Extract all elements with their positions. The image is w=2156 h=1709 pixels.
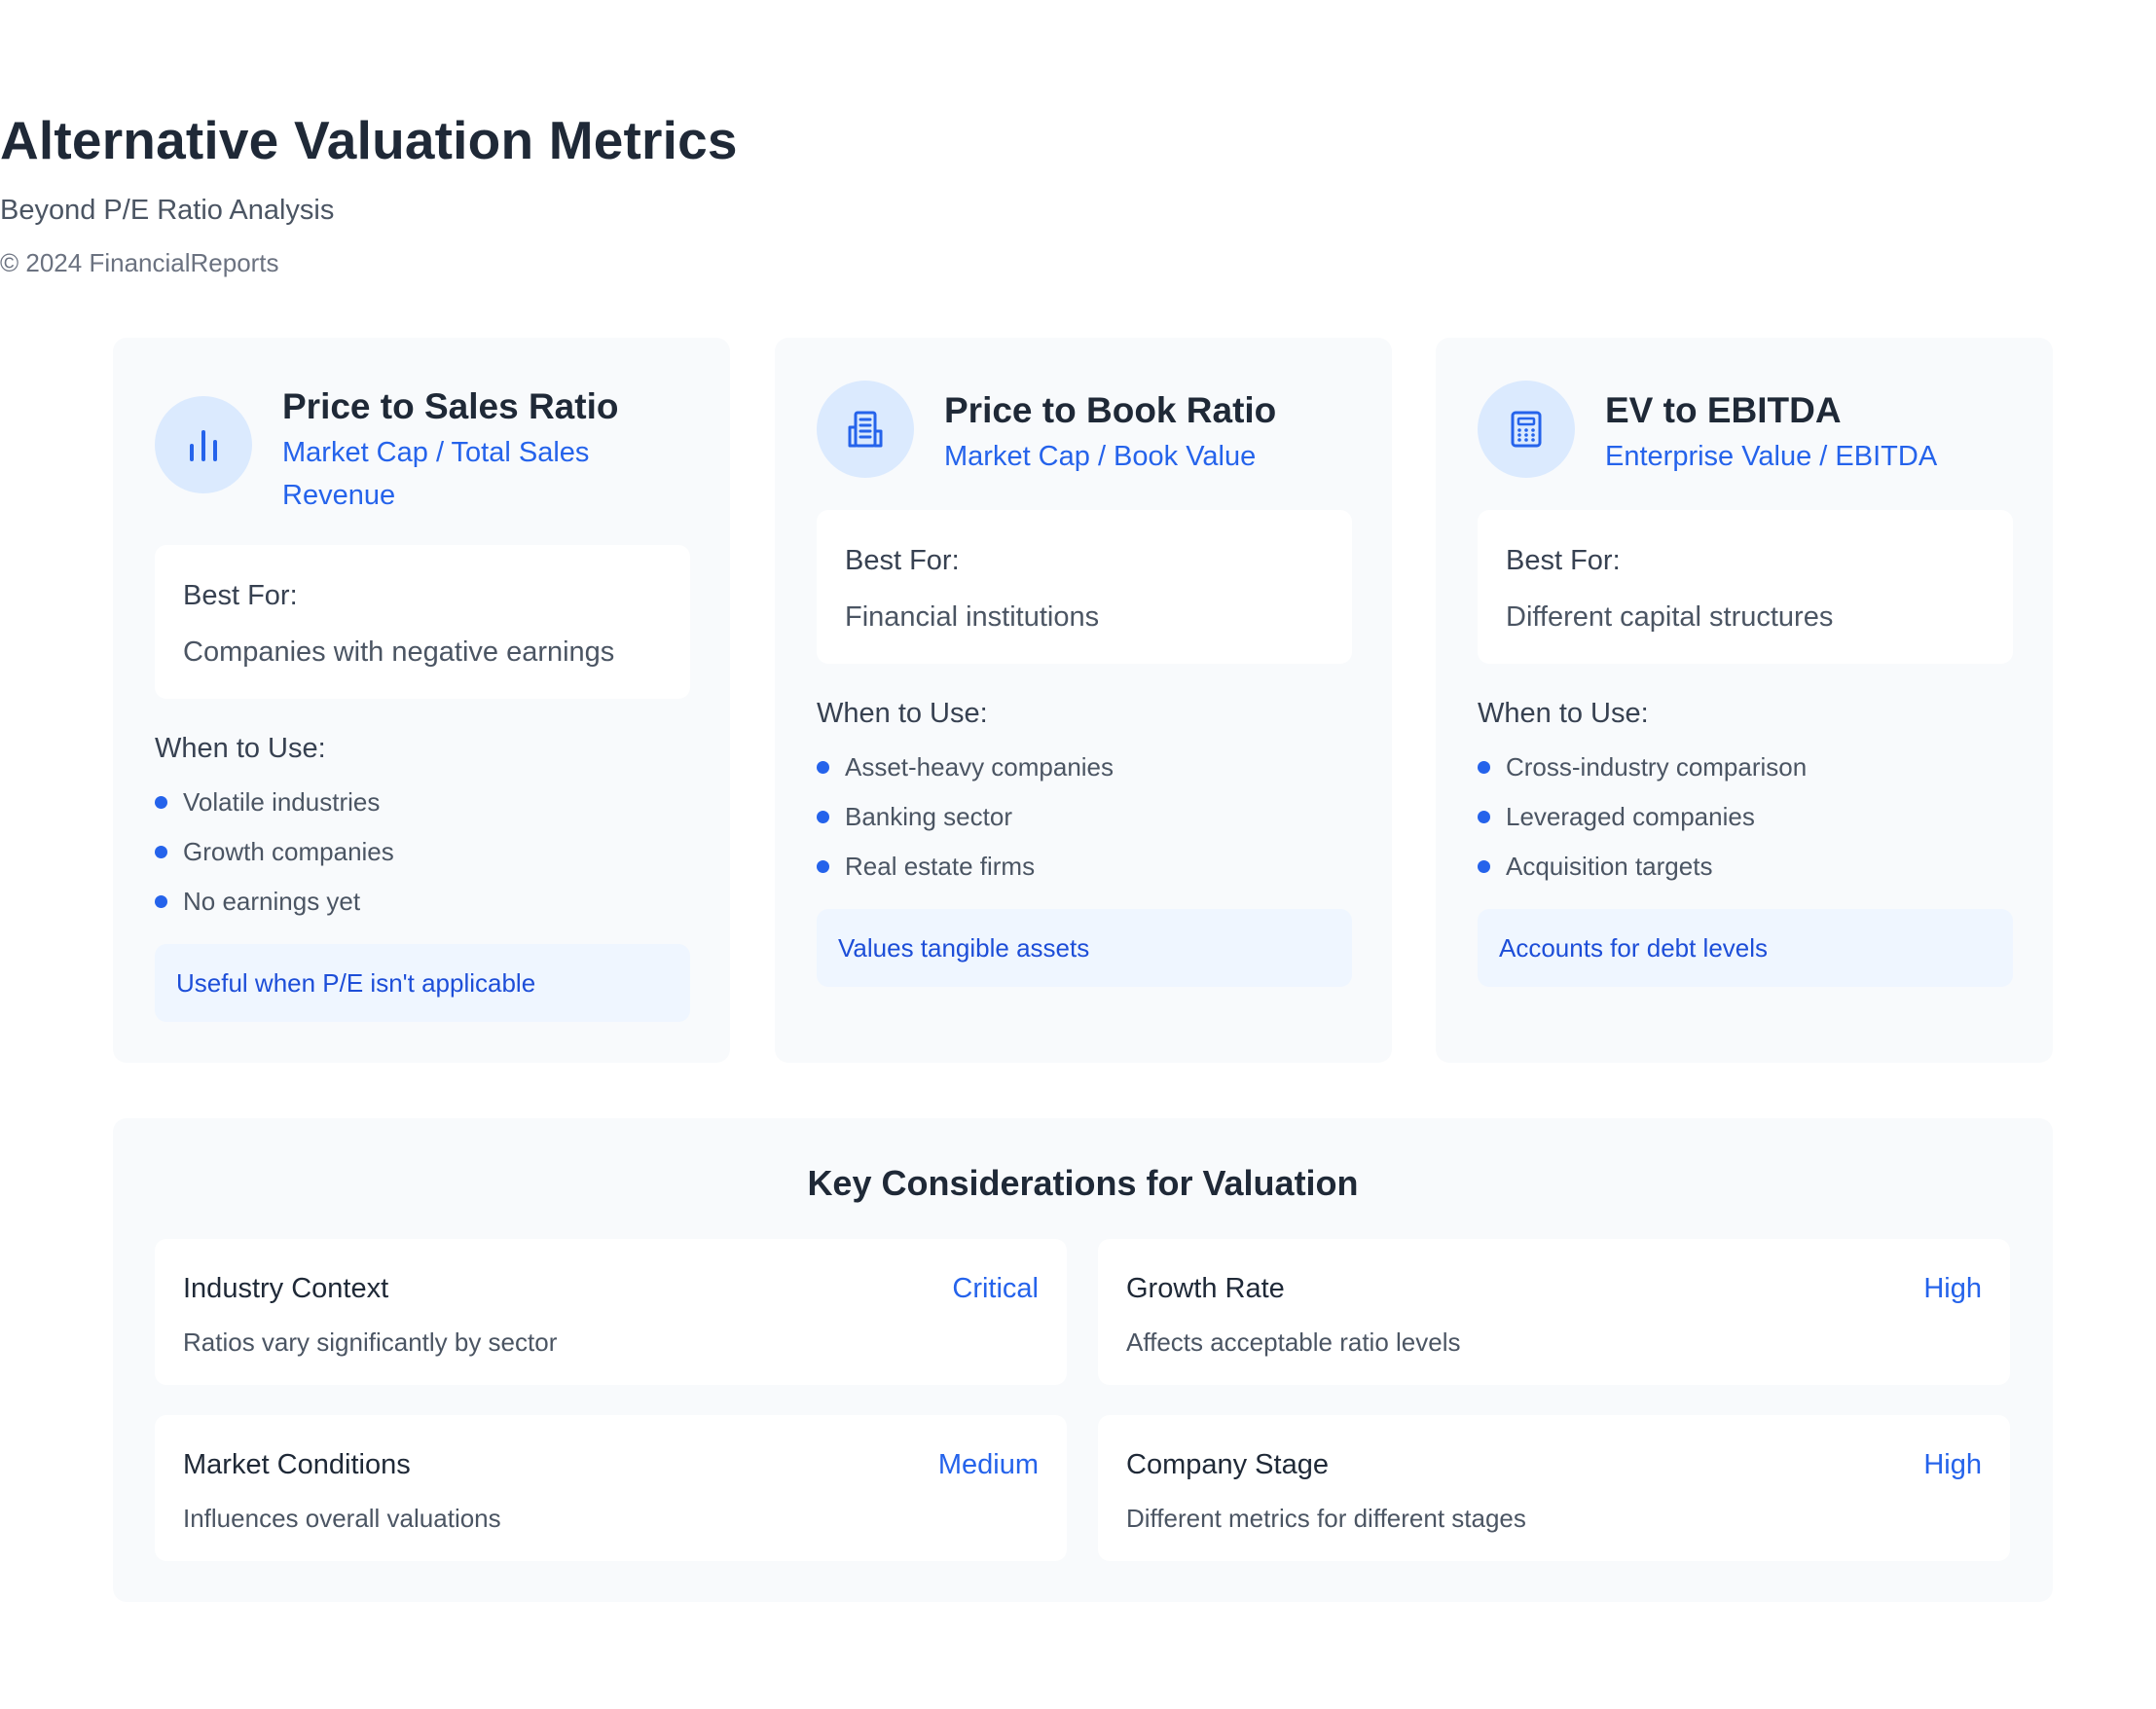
consideration-level: Critical [952,1273,1039,1304]
consideration-item-market-conditions: Market Conditions Medium Influences over… [155,1415,1067,1561]
calculator-icon [1478,381,1575,478]
list-item: Asset-heavy companies [817,751,1114,801]
best-for-label: Best For: [1506,545,1621,576]
page: Alternative Valuation Metrics Beyond P/E… [0,0,2156,1709]
list-item: Growth companies [155,836,394,886]
metric-title: EV to EBITDA [1605,390,1842,430]
best-for-box: Best For: Different capital structures [1478,510,2013,664]
metric-card-price-to-book: Price to Book Ratio Market Cap / Book Va… [775,338,1392,1063]
metric-title: Price to Book Ratio [944,390,1277,430]
list-item: Volatile industries [155,786,394,836]
consideration-item-growth-rate: Growth Rate High Affects acceptable rati… [1098,1239,2010,1385]
considerations-title: Key Considerations for Valuation [807,1163,1359,1203]
metric-card-ev-to-ebitda: EV to EBITDA Enterprise Value / EBITDA B… [1436,338,2053,1063]
use-case-list: Volatile industries Growth companies No … [155,786,394,935]
best-for-box: Best For: Companies with negative earnin… [155,545,690,699]
consideration-item-industry-context: Industry Context Critical Ratios vary si… [155,1239,1067,1385]
metric-note: Values tangible assets [817,909,1352,987]
best-for-value: Different capital structures [1506,601,1834,633]
when-to-use-label: When to Use: [1478,698,1649,729]
list-item: No earnings yet [155,886,394,935]
consideration-item-company-stage: Company Stage High Different metrics for… [1098,1415,2010,1561]
list-item: Acquisition targets [1478,851,1807,900]
consideration-name: Market Conditions [183,1449,411,1480]
consideration-name: Industry Context [183,1273,389,1304]
best-for-value: Companies with negative earnings [183,636,615,668]
metric-note: Accounts for debt levels [1478,909,2013,987]
consideration-description: Influences overall valuations [183,1504,501,1533]
when-to-use-label: When to Use: [817,698,988,729]
best-for-label: Best For: [183,580,298,611]
when-to-use-label: When to Use: [155,733,326,764]
best-for-value: Financial institutions [845,601,1100,633]
page-subtitle: Beyond P/E Ratio Analysis [0,195,335,226]
metric-title: Price to Sales Ratio [282,386,619,426]
use-case-list: Cross-industry comparison Leveraged comp… [1478,751,1807,900]
list-item: Banking sector [817,801,1114,851]
consideration-level: High [1923,1273,1982,1304]
list-item: Real estate firms [817,851,1114,900]
metric-card-price-to-sales: Price to Sales Ratio Market Cap / Total … [113,338,730,1063]
use-case-list: Asset-heavy companies Banking sector Rea… [817,751,1114,900]
metric-formula: Market Cap / Book Value [944,441,1257,472]
key-considerations-panel: Key Considerations for Valuation Industr… [113,1118,2053,1602]
page-title: Alternative Valuation Metrics [0,110,738,170]
consideration-name: Company Stage [1126,1449,1329,1480]
building-icon [817,381,914,478]
consideration-level: High [1923,1449,1982,1480]
best-for-box: Best For: Financial institutions [817,510,1352,664]
metric-note: Useful when P/E isn't applicable [155,944,690,1022]
consideration-level: Medium [937,1449,1039,1480]
list-item: Leveraged companies [1478,801,1807,851]
consideration-name: Growth Rate [1126,1273,1285,1304]
consideration-description: Ratios vary significantly by sector [183,1327,558,1357]
metric-formula: Market Cap / Total Sales Revenue [282,437,590,511]
copyright-text: © 2024 FinancialReports [0,248,279,277]
consideration-description: Different metrics for different stages [1126,1504,1526,1533]
metric-formula: Enterprise Value / EBITDA [1605,441,1938,472]
consideration-description: Affects acceptable ratio levels [1126,1327,1461,1357]
bar-chart-icon [155,396,252,493]
list-item: Cross-industry comparison [1478,751,1807,801]
best-for-label: Best For: [845,545,960,576]
